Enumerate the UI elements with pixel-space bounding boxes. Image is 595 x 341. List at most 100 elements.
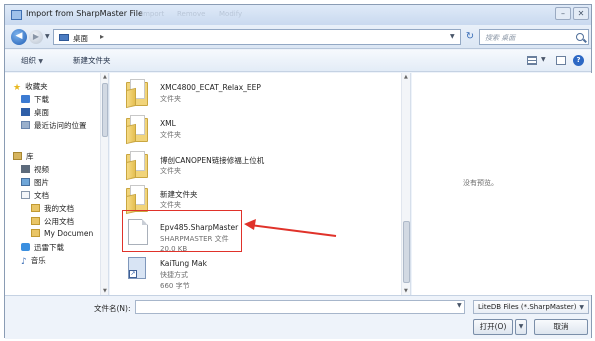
desktop-icon [21,108,30,116]
command-toolbar: 组织 ▼ 新建文件夹 ▼ ? [5,50,591,72]
open-button[interactable]: 打开(O) [473,319,513,335]
folder-icon [31,229,40,237]
search-input[interactable]: 搜索 桌面 [479,29,589,45]
folder-icon [126,79,148,109]
folder-icon [31,217,40,225]
list-item[interactable]: ↗ KaiTung Mak 快捷方式 660 字节 [122,253,392,295]
close-button[interactable]: ✕ [573,7,589,20]
faded-menu-modify: Modify [219,10,243,18]
cancel-button[interactable]: 取消 [534,319,588,335]
sidebar-item-my-documen[interactable]: My Documen [31,229,93,241]
recent-places-icon [21,121,30,129]
filename-input[interactable] [135,300,465,314]
folder-icon [126,185,148,215]
sidebar-item-downloads[interactable]: 下载 [21,94,49,106]
window-title: Import from SharpMaster File [26,9,143,18]
sidebar-scrollbar[interactable]: ▲ ▼ [100,73,108,295]
sidebar-item-label: 文档 [34,191,49,200]
preview-pane-icon[interactable] [556,56,566,65]
sidebar-library-label: 库 [26,152,34,161]
chevron-right-icon[interactable]: ▸ [100,32,104,41]
sidebar-item-label: My Documen [44,229,94,238]
view-options-dropdown-icon[interactable]: ▼ [541,56,546,63]
picture-icon [21,178,30,186]
filename-dropdown-icon[interactable]: ▼ [457,302,462,309]
sidebar-item-label: 迅雷下载 [34,243,64,252]
history-dropdown-icon[interactable]: ▼ [45,33,50,40]
sidebar-item-video[interactable]: 视频 [21,164,49,176]
dialog-footer: 文件名(N): ▼ LiteDB Files (*.SharpMaster) ▼… [5,295,591,339]
xunlei-icon [21,243,30,251]
filename-label: 文件名(N): [94,304,131,313]
sidebar-item-music[interactable]: ♪ 音乐 [21,255,46,267]
file-name: XMC4800_ECAT_Relax_EEP [160,83,261,92]
sidebar-item-xunlei[interactable]: 迅雷下载 [21,242,64,254]
sidebar-library[interactable]: 库 [13,151,34,163]
address-location[interactable]: 桌面 [73,33,88,44]
library-icon [13,152,22,160]
scroll-down-icon[interactable]: ▼ [404,288,408,294]
file-open-dialog: Import from SharpMaster File Import Remo… [4,4,592,339]
sidebar-favorites[interactable]: ★ 收藏夹 [13,81,48,93]
search-icon[interactable] [576,33,584,41]
address-dropdown-icon[interactable]: ▼ [450,33,455,40]
file-size: 660 字节 [160,282,190,290]
folder-icon [31,204,40,212]
file-name: XML [160,119,176,128]
file-name: 新建文件夹 [160,190,198,199]
folder-icon [126,151,148,181]
title-bar: Import from SharpMaster File Import Remo… [5,5,591,25]
sidebar-item-pictures[interactable]: 图片 [21,177,49,189]
sidebar-item-desktop[interactable]: 桌面 [21,107,49,119]
minimize-button[interactable]: – [555,7,571,20]
sidebar-item-label: 最近访问的位置 [34,121,87,130]
file-list-scroll-thumb[interactable] [403,221,410,283]
forward-button[interactable]: ▶ [29,30,43,44]
desktop-location-icon [59,34,69,41]
sidebar-favorites-label: 收藏夹 [25,82,48,91]
sidebar-scroll-thumb[interactable] [102,83,108,137]
new-folder-button[interactable]: 新建文件夹 [73,55,111,66]
file-type-select[interactable]: LiteDB Files (*.SharpMaster) ▼ [473,300,589,314]
refresh-button[interactable]: ↻ [463,29,477,45]
highlight-box [122,210,242,252]
organize-button[interactable]: 组织 ▼ [21,55,43,66]
file-list-scrollbar[interactable]: ▲ ▼ [401,73,411,295]
sidebar-item-recent[interactable]: 最近访问的位置 [21,120,87,132]
faded-menu-import: Import [141,10,165,18]
sidebar-item-label: 下载 [34,95,49,104]
video-icon [21,165,30,173]
scroll-up-icon[interactable]: ▲ [103,74,107,80]
sidebar-item-my-documents[interactable]: 我的文档 [31,203,74,215]
music-icon: ♪ [21,257,27,267]
file-list: XMC4800_ECAT_Relax_EEP 文件夹 XML 文件夹 博创CAN… [110,73,402,295]
sidebar-item-label: 桌面 [34,108,49,117]
sidebar-item-label: 视频 [34,165,49,174]
open-options-dropdown-icon[interactable]: ▼ [515,319,527,335]
sidebar-item-documents[interactable]: 文档 [21,190,49,202]
address-bar: ◀ ▶ ▼ 桌面 ▸ ▼ ↻ 搜索 桌面 [5,25,591,49]
scroll-up-icon[interactable]: ▲ [404,74,408,80]
faded-menu-remove: Remove [177,10,206,18]
file-name: 博创CANOPEN链接修福上位机 [160,156,265,165]
sidebar-item-public-documents[interactable]: 公用文档 [31,216,74,228]
no-preview-text: 没有预览。 [463,179,498,187]
scroll-down-icon[interactable]: ▼ [103,288,107,294]
file-type-filter: LiteDB Files (*.SharpMaster) [478,303,577,311]
address-input[interactable]: 桌面 ▸ ▼ [53,29,461,45]
file-type: 文件夹 [160,167,181,175]
file-name: KaiTung Mak [160,259,207,268]
change-view-icon[interactable] [527,56,537,65]
file-type: 文件夹 [160,95,181,103]
download-icon [21,95,30,103]
document-icon [21,191,30,199]
shortcut-icon: ↗ [126,255,148,283]
preview-pane: 没有预览。 [412,73,592,295]
back-button[interactable]: ◀ [11,29,27,45]
sidebar-item-label: 我的文档 [44,204,74,213]
chevron-down-icon: ▼ [38,58,44,65]
file-type: 文件夹 [160,131,181,139]
help-icon[interactable]: ? [573,55,584,66]
sidebar-item-label: 音乐 [30,256,46,265]
file-type: 文件夹 [160,201,181,209]
